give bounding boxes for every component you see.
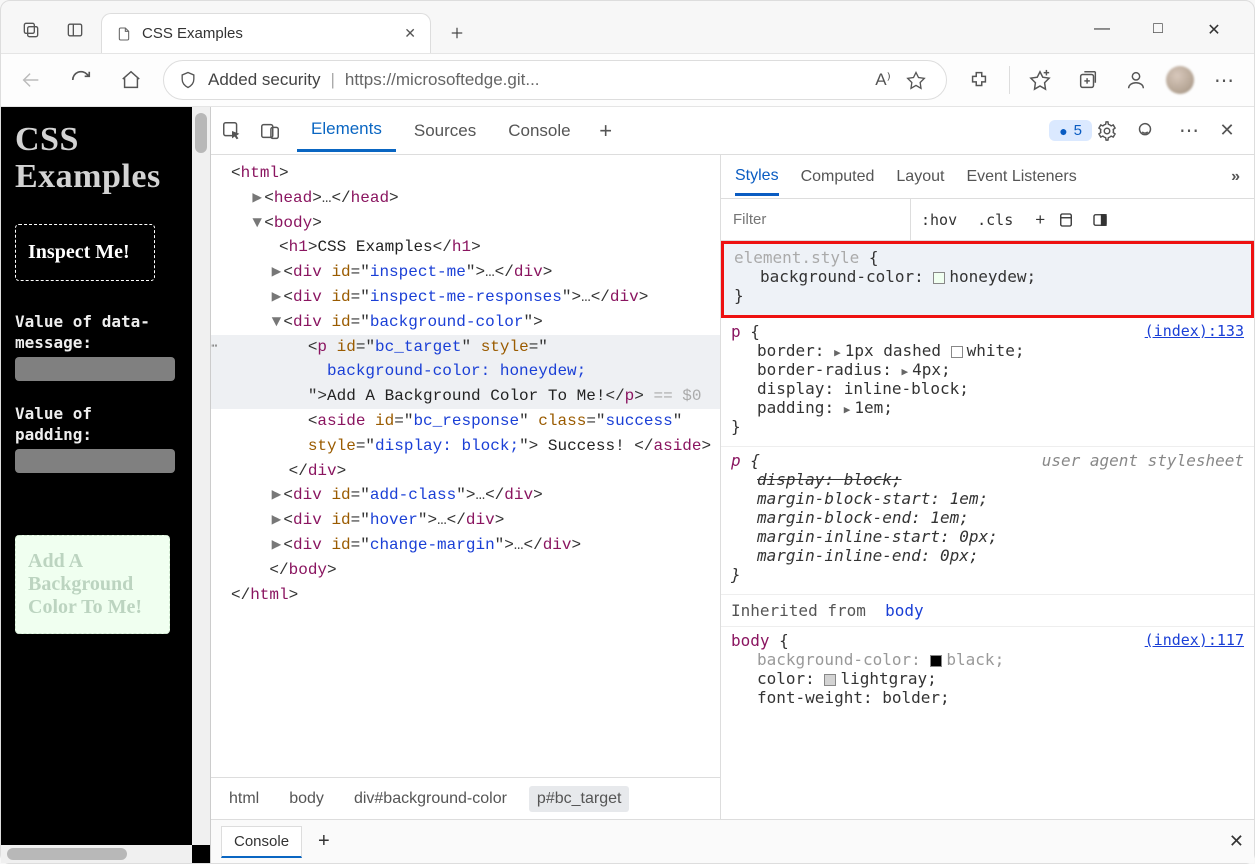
- devtools-tabs: Elements Sources Console + 5 ⋯ ✕: [211, 107, 1254, 155]
- source-link[interactable]: (index):133: [1145, 322, 1244, 340]
- devtools: Elements Sources Console + 5 ⋯ ✕ <html>: [211, 107, 1254, 863]
- computed-toggle-icon[interactable]: [1057, 211, 1091, 229]
- rule-p[interactable]: (index):133 p { border: ▶1px dashed whit…: [721, 318, 1254, 447]
- rule-body[interactable]: (index):117 body { background-color: bla…: [721, 627, 1254, 717]
- inspect-me-box[interactable]: Inspect Me!: [15, 224, 155, 281]
- dom-panel: <html> ▶<head>…</head> ▼<body> <h1>CSS E…: [211, 155, 721, 819]
- favorites-icon[interactable]: [1022, 62, 1058, 98]
- favorite-icon[interactable]: [906, 70, 932, 90]
- tab-actions-icon[interactable]: [13, 12, 49, 48]
- page-icon: [116, 26, 132, 42]
- separator: |: [330, 70, 334, 90]
- collections-icon[interactable]: [1070, 62, 1106, 98]
- url-text: https://microsoftedge.git...: [345, 70, 860, 90]
- drawer-close-icon[interactable]: ✕: [1229, 831, 1244, 852]
- page-heading: CSS Examples: [15, 121, 196, 196]
- bgcolor-target-box[interactable]: Add A Background Color To Me!: [15, 535, 170, 634]
- toolbar: Added security | https://microsoftedge.g…: [1, 53, 1254, 107]
- device-toolbar-icon[interactable]: [259, 120, 293, 142]
- styles-body[interactable]: element.style { background-color: honeyd…: [721, 241, 1254, 819]
- crumb-body[interactable]: body: [281, 786, 332, 812]
- tab-console[interactable]: Console: [494, 111, 584, 151]
- crumb-div[interactable]: div#background-color: [346, 786, 515, 812]
- shield-icon: [178, 70, 198, 90]
- inspect-element-icon[interactable]: [221, 120, 255, 142]
- main: CSS Examples Inspect Me! Value of data-m…: [1, 107, 1254, 863]
- toggle-sidebar-icon[interactable]: [1091, 211, 1125, 229]
- read-aloud-icon[interactable]: A⁾: [870, 70, 896, 90]
- selected-dom-node[interactable]: ⋯ <p id="bc_target" style=" background-c…: [211, 335, 720, 409]
- separator: [1009, 66, 1010, 94]
- maximize-button[interactable]: □: [1146, 20, 1170, 40]
- back-button[interactable]: [13, 62, 49, 98]
- issues-badge[interactable]: 5: [1049, 120, 1092, 141]
- tab-styles[interactable]: Styles: [735, 167, 779, 196]
- tab-strip: CSS Examples ✕ — □ ✕: [1, 1, 1254, 53]
- tab-sources[interactable]: Sources: [400, 111, 490, 151]
- styles-tabs: Styles Computed Layout Event Listeners »: [721, 155, 1254, 199]
- value-input-1[interactable]: [15, 357, 175, 381]
- tab-elements[interactable]: Elements: [297, 109, 396, 152]
- page-scrollbar-horizontal[interactable]: [1, 845, 192, 863]
- tab-layout[interactable]: Layout: [896, 168, 944, 186]
- refresh-button[interactable]: [63, 62, 99, 98]
- extensions-icon[interactable]: [961, 62, 997, 98]
- styles-filter-input[interactable]: [721, 199, 911, 240]
- dom-tree[interactable]: <html> ▶<head>…</head> ▼<body> <h1>CSS E…: [211, 155, 720, 777]
- inherited-body-link[interactable]: body: [885, 601, 924, 620]
- page-viewport[interactable]: CSS Examples Inspect Me! Value of data-m…: [1, 107, 210, 863]
- cls-toggle[interactable]: .cls: [967, 211, 1023, 229]
- minimize-button[interactable]: —: [1090, 20, 1114, 40]
- crumb-html[interactable]: html: [221, 786, 267, 812]
- console-drawer: Console + ✕: [211, 819, 1254, 863]
- profile2-icon[interactable]: [1118, 62, 1154, 98]
- page-scrollbar-vertical[interactable]: [192, 107, 210, 845]
- more-icon[interactable]: ⋯: [1206, 62, 1242, 98]
- tab-title: CSS Examples: [142, 25, 394, 42]
- value-label-1: Value of data-message:: [15, 311, 196, 353]
- rendered-page: CSS Examples Inspect Me! Value of data-m…: [1, 107, 211, 863]
- more-tabs-icon[interactable]: »: [1231, 168, 1240, 186]
- toolbar-right: ⋯: [961, 62, 1242, 98]
- tab-event-listeners[interactable]: Event Listeners: [966, 168, 1076, 186]
- hov-toggle[interactable]: :hov: [911, 211, 967, 229]
- browser-window: CSS Examples ✕ — □ ✕ Added security |: [0, 0, 1255, 864]
- home-button[interactable]: [113, 62, 149, 98]
- feedback-icon[interactable]: [1134, 120, 1168, 142]
- rule-element-style[interactable]: element.style { background-color: honeyd…: [721, 241, 1254, 318]
- security-label: Added security: [208, 70, 320, 90]
- crumb-p[interactable]: p#bc_target: [529, 786, 630, 812]
- avatar[interactable]: [1166, 66, 1194, 94]
- breadcrumb: html body div#background-color p#bc_targ…: [211, 777, 720, 819]
- close-window-button[interactable]: ✕: [1202, 20, 1226, 40]
- styles-toolbar: :hov .cls +: [721, 199, 1254, 241]
- devtools-body: <html> ▶<head>…</head> ▼<body> <h1>CSS E…: [211, 155, 1254, 819]
- ua-label: user agent stylesheet: [1042, 451, 1244, 470]
- value-input-2[interactable]: [15, 449, 175, 473]
- source-link[interactable]: (index):117: [1145, 631, 1244, 649]
- address-bar[interactable]: Added security | https://microsoftedge.g…: [163, 60, 947, 100]
- drawer-add-tab[interactable]: +: [310, 830, 338, 853]
- tab-computed[interactable]: Computed: [801, 168, 875, 186]
- new-tab-button[interactable]: [439, 15, 475, 51]
- drawer-tab-console[interactable]: Console: [221, 826, 302, 858]
- inherited-from-row: Inherited from body: [721, 595, 1254, 627]
- close-devtools-icon[interactable]: ✕: [1210, 120, 1244, 141]
- vertical-tabs-icon[interactable]: [57, 12, 93, 48]
- settings-gear-icon[interactable]: [1096, 120, 1130, 142]
- browser-tab[interactable]: CSS Examples ✕: [101, 13, 431, 53]
- more-tabs-button[interactable]: +: [589, 118, 623, 144]
- value-label-2: Value of padding:: [15, 403, 196, 445]
- tab-close-icon[interactable]: ✕: [404, 25, 416, 42]
- window-controls: — □ ✕: [1090, 20, 1246, 40]
- rule-p-ua[interactable]: user agent stylesheet p { display: block…: [721, 447, 1254, 595]
- new-rule-icon[interactable]: +: [1023, 210, 1057, 230]
- styles-panel: Styles Computed Layout Event Listeners »…: [721, 155, 1254, 819]
- more-icon[interactable]: ⋯: [1172, 118, 1206, 143]
